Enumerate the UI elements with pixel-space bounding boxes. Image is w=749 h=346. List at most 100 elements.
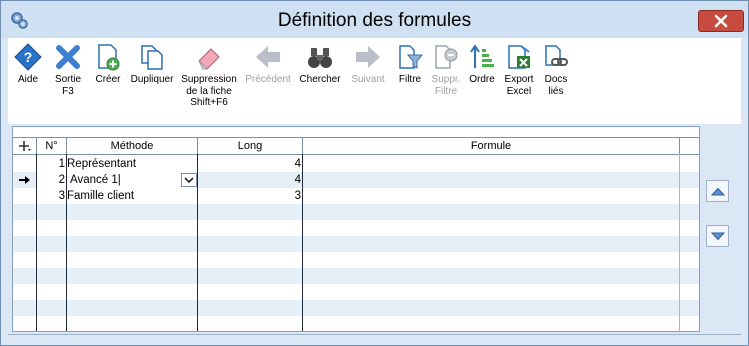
formulas-window: Définition des formules ? Aide Sortie F3 Cré…	[0, 0, 749, 346]
table-row[interactable]: 1 Représentant 4	[13, 156, 699, 172]
toolbar-suivant-button: Suivant	[346, 43, 390, 86]
toolbar-label: Filtre	[434, 85, 458, 97]
toolbar-label: Ordre	[469, 74, 495, 85]
toolbar-label: Suivant	[351, 74, 385, 85]
toolbar-docs-lies-button[interactable]: Docs liés	[540, 43, 572, 97]
cell-methode[interactable]: Représentant	[67, 156, 197, 172]
cell-formule[interactable]	[303, 188, 679, 204]
binoculars-icon	[306, 43, 334, 71]
toolbar-label: Sortie	[54, 74, 82, 85]
cell-no: 3	[58, 190, 65, 202]
toolbar-label: de la fiche	[186, 85, 232, 97]
bottom-separator	[8, 334, 741, 335]
table-row[interactable]	[13, 236, 699, 252]
table-row[interactable]	[13, 204, 699, 220]
formulas-grid: N° Méthode Long Formule 1 Représentant 4 2 A…	[12, 126, 700, 332]
window-title: Définition des formules	[277, 10, 472, 31]
toolbar-label: Docs	[544, 74, 568, 85]
table-row[interactable]: 3 Famille client 3	[13, 188, 699, 204]
toolbar-label: Filtre	[398, 74, 422, 85]
table-row[interactable]	[13, 220, 699, 236]
move-down-button[interactable]	[706, 225, 729, 247]
chevron-down-icon[interactable]	[181, 173, 197, 187]
toolbar: ? Aide Sortie F3 Créer Dupliquer Suppression de…	[8, 38, 741, 124]
toolbar-label: Suppression	[181, 74, 237, 85]
table-row[interactable]	[13, 252, 699, 268]
table-row[interactable]	[13, 284, 699, 300]
cell-no: 2	[37, 172, 66, 188]
toolbar-label: Précédent	[245, 74, 291, 85]
help-icon: ?	[14, 43, 42, 71]
toolbar-chercher-button[interactable]: Chercher	[296, 43, 344, 86]
cell-long[interactable]: 3	[198, 188, 302, 204]
row-selector[interactable]	[13, 172, 36, 188]
cell-methode[interactable]: Famille client	[67, 188, 197, 204]
cell-formule[interactable]	[303, 156, 679, 172]
col-header-methode[interactable]: Méthode	[67, 138, 198, 154]
toolbar-dupliquer-button[interactable]: Dupliquer	[128, 43, 176, 86]
arrow-right-icon	[354, 43, 382, 71]
col-header-no[interactable]: N°	[37, 138, 67, 154]
methode-divider	[197, 154, 198, 331]
cell-no: 1	[58, 158, 65, 170]
toolbar-sortie-button[interactable]: Sortie F3	[48, 43, 88, 97]
exit-x-icon	[54, 43, 82, 71]
linked-docs-icon	[542, 43, 570, 71]
toolbar-label: Export	[504, 74, 534, 85]
toolbar-suppression-button[interactable]: Suppression de la fiche Shift+F6	[178, 43, 240, 109]
close-button[interactable]	[698, 10, 744, 32]
table-row[interactable]	[13, 268, 699, 284]
long-divider	[302, 154, 303, 331]
toolbar-label: Chercher	[299, 74, 341, 85]
filter-icon	[396, 43, 424, 71]
create-document-icon	[94, 43, 122, 71]
methode-select[interactable]: Avancé 1|	[67, 172, 197, 188]
toolbar-export-excel-button[interactable]: Export Excel	[500, 43, 538, 97]
toolbar-suppr-filtre-button: Suppr. Filtre	[428, 43, 464, 97]
move-up-button[interactable]	[706, 180, 729, 202]
current-row-arrow-icon	[18, 176, 30, 184]
toolbar-label: Dupliquer	[130, 74, 174, 85]
triangle-up-icon	[710, 187, 725, 195]
methode-select-value: Avancé 1	[70, 174, 118, 186]
col-header-formule[interactable]: Formule	[303, 138, 680, 154]
svg-text:?: ?	[24, 49, 33, 65]
cell-long[interactable]: 4	[198, 172, 302, 188]
table-row[interactable]: 2 Avancé 1| 4	[13, 172, 699, 188]
triangle-down-icon	[710, 232, 725, 240]
toolbar-precedent-button: Précédent	[242, 43, 294, 86]
col-header-long[interactable]: Long	[198, 138, 303, 154]
toolbar-label: F3	[62, 85, 74, 97]
row-selector[interactable]	[13, 156, 36, 172]
add-row-button[interactable]	[13, 138, 37, 154]
toolbar-label: Aide	[17, 74, 38, 85]
row-selector-divider	[36, 154, 37, 331]
cell-formule[interactable]	[303, 172, 679, 188]
toolbar-filtre-button[interactable]: Filtre	[392, 43, 428, 86]
table-row[interactable]	[13, 316, 699, 331]
close-icon	[714, 14, 728, 28]
sort-order-icon	[468, 43, 496, 71]
arrow-left-icon	[254, 43, 282, 71]
title-bar: Définition des formules	[1, 1, 748, 38]
excel-export-icon	[505, 43, 533, 71]
text-caret: |	[117, 174, 121, 186]
toolbar-label: Excel	[506, 85, 532, 97]
toolbar-creer-button[interactable]: Créer	[90, 43, 126, 86]
remove-filter-icon	[432, 43, 460, 71]
no-divider	[66, 154, 67, 331]
eraser-icon	[195, 43, 223, 71]
plus-icon	[18, 141, 31, 151]
toolbar-label: Shift+F6	[190, 97, 228, 108]
formule-divider	[679, 154, 680, 331]
table-row[interactable]	[13, 300, 699, 316]
cell-long[interactable]: 4	[198, 156, 302, 172]
toolbar-label: Suppr.	[431, 74, 461, 85]
toolbar-label: Créer	[95, 74, 121, 85]
toolbar-label: liés	[548, 85, 564, 97]
toolbar-ordre-button[interactable]: Ordre	[466, 43, 498, 86]
grid-header: N° Méthode Long Formule	[13, 137, 699, 155]
toolbar-aide-button[interactable]: ? Aide	[10, 43, 46, 86]
row-selector[interactable]	[13, 188, 36, 204]
duplicate-icon	[138, 43, 166, 71]
